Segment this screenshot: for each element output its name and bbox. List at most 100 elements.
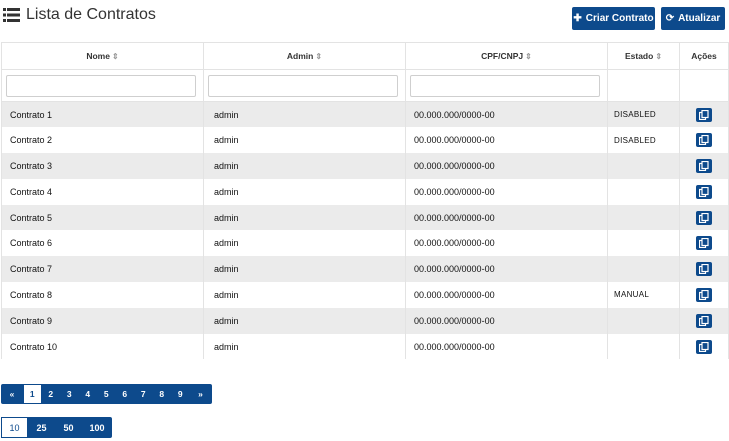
sort-icon: ⇕ — [111, 52, 119, 61]
contract-admin: admin — [203, 204, 406, 231]
pagination-page-2[interactable]: 2 — [42, 384, 61, 404]
contract-name: Contrato 3 — [1, 153, 204, 179]
pagination-page-9[interactable]: 9 — [171, 384, 190, 404]
copy-button[interactable] — [696, 107, 712, 122]
contract-name: Contrato 7 — [1, 256, 204, 283]
contract-admin: admin — [203, 178, 406, 205]
contract-status — [607, 256, 680, 283]
page-title: Lista de Contratos — [3, 6, 156, 24]
table-row: Contrato 4 admin 00.000.000/0000-00 — [1, 178, 729, 205]
page-size-option-50[interactable]: 50 — [55, 417, 82, 438]
contract-cpf: 00.000.000/0000-00 — [405, 204, 608, 231]
contract-status: MANUAL — [607, 282, 680, 308]
copy-button[interactable] — [696, 184, 712, 199]
contract-admin: admin — [203, 333, 406, 360]
contract-name: Contrato 10 — [1, 333, 204, 360]
copy-icon — [699, 264, 709, 275]
pagination-page-8[interactable]: 8 — [153, 384, 172, 404]
contract-name: Contrato 5 — [1, 204, 204, 231]
column-header-nome[interactable]: Nome ⇕ — [1, 42, 204, 70]
table-row: Contrato 9 admin 00.000.000/0000-00 — [1, 307, 729, 334]
pagination-page-7[interactable]: 7 — [134, 384, 153, 404]
column-header-cpf[interactable]: CPF/CNPJ ⇕ — [405, 42, 608, 70]
create-contract-button[interactable]: ✚ Criar Contrato — [572, 7, 655, 30]
copy-button[interactable] — [696, 236, 712, 251]
copy-icon — [699, 238, 709, 249]
filter-nome-input[interactable] — [6, 74, 196, 97]
create-contract-label: Criar Contrato — [585, 13, 654, 24]
copy-icon — [699, 341, 709, 352]
page-title-text: Lista de Contratos — [26, 6, 156, 23]
column-header-estado[interactable]: Estado ⇕ — [607, 42, 680, 70]
table-row: Contrato 6 admin 00.000.000/0000-00 — [1, 230, 729, 257]
pagination-page-3[interactable]: 3 — [60, 384, 79, 404]
copy-button[interactable] — [696, 313, 712, 328]
contract-status — [607, 178, 680, 205]
table-row: Contrato 3 admin 00.000.000/0000-00 — [1, 153, 729, 179]
copy-icon — [699, 289, 709, 300]
pagination: « 123456789 » — [1, 384, 212, 404]
contract-cpf: 00.000.000/0000-00 — [405, 178, 608, 205]
contracts-table: Nome ⇕ Admin ⇕ CPF/CNPJ ⇕ Estado ⇕ Ações Con… — [1, 42, 729, 360]
refresh-label: Atualizar — [678, 13, 721, 24]
contract-admin: admin — [203, 127, 406, 154]
copy-button[interactable] — [696, 210, 712, 225]
contract-status — [607, 153, 680, 179]
pagination-page-4[interactable]: 4 — [79, 384, 98, 404]
refresh-icon: ⟳ — [665, 13, 675, 24]
contract-cpf: 00.000.000/0000-00 — [405, 101, 608, 128]
column-header-acoes: Ações — [679, 42, 729, 70]
page-size-option-10[interactable]: 10 — [1, 417, 28, 438]
pagination-page-6[interactable]: 6 — [116, 384, 135, 404]
filter-cpf-input[interactable] — [410, 74, 600, 97]
contract-status — [607, 333, 680, 360]
filter-row — [1, 69, 729, 102]
sort-icon: ⇕ — [655, 52, 663, 61]
copy-button[interactable] — [696, 262, 712, 277]
table-row: Contrato 10 admin 00.000.000/0000-00 — [1, 333, 729, 360]
page-size-selector: 10 25 50 100 — [1, 417, 112, 438]
pagination-next[interactable]: » — [190, 384, 212, 404]
page-header: Lista de Contratos ✚ Criar Contrato ⟳ At… — [0, 0, 729, 36]
contract-cpf: 00.000.000/0000-00 — [405, 333, 608, 360]
pagination-page-1[interactable]: 1 — [23, 384, 42, 404]
sort-icon: ⇕ — [315, 52, 323, 61]
contract-status — [607, 307, 680, 334]
contract-cpf: 00.000.000/0000-00 — [405, 307, 608, 334]
copy-button[interactable] — [696, 133, 712, 148]
contract-admin: admin — [203, 256, 406, 283]
refresh-button[interactable]: ⟳ Atualizar — [661, 7, 725, 30]
contract-status: DISABLED — [607, 101, 680, 128]
page-size-option-25[interactable]: 25 — [28, 417, 55, 438]
pagination-page-5[interactable]: 5 — [97, 384, 116, 404]
table-row: Contrato 7 admin 00.000.000/0000-00 — [1, 256, 729, 283]
pagination-prev[interactable]: « — [1, 384, 23, 404]
copy-icon — [699, 109, 709, 120]
contract-name: Contrato 2 — [1, 127, 204, 154]
contract-name: Contrato 1 — [1, 101, 204, 128]
copy-button[interactable] — [696, 339, 712, 354]
contract-cpf: 00.000.000/0000-00 — [405, 230, 608, 257]
contract-name: Contrato 8 — [1, 282, 204, 308]
copy-icon — [699, 135, 709, 146]
contract-name: Contrato 4 — [1, 178, 204, 205]
copy-button[interactable] — [696, 287, 712, 302]
column-header-admin[interactable]: Admin ⇕ — [203, 42, 406, 70]
table-header-row: Nome ⇕ Admin ⇕ CPF/CNPJ ⇕ Estado ⇕ Ações — [1, 42, 729, 70]
copy-icon — [699, 212, 709, 223]
contract-admin: admin — [203, 307, 406, 334]
filter-admin-input[interactable] — [208, 74, 398, 97]
table-row: Contrato 8 admin 00.000.000/0000-00 MANUAL — [1, 282, 729, 308]
table-row: Contrato 2 admin 00.000.000/0000-00 DISABLE… — [1, 127, 729, 154]
contract-admin: admin — [203, 282, 406, 308]
copy-icon — [699, 160, 709, 171]
contract-admin: admin — [203, 230, 406, 257]
copy-button[interactable] — [696, 158, 712, 173]
contract-name: Contrato 6 — [1, 230, 204, 257]
table-row: Contrato 1 admin 00.000.000/0000-00 DISABLE… — [1, 101, 729, 128]
contract-cpf: 00.000.000/0000-00 — [405, 153, 608, 179]
copy-icon — [699, 186, 709, 197]
page-size-option-100[interactable]: 100 — [82, 417, 112, 438]
plus-icon: ✚ — [573, 13, 582, 24]
contract-name: Contrato 9 — [1, 307, 204, 334]
